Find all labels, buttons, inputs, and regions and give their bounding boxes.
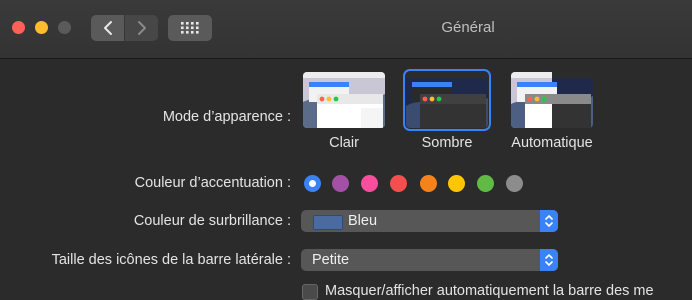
accent-swatch-orange[interactable] <box>420 175 437 192</box>
appearance-light-label[interactable]: Clair <box>303 135 385 151</box>
highlight-color-value: Bleu <box>348 213 378 229</box>
dark-preview-icon <box>406 72 488 128</box>
light-preview-icon <box>303 72 385 128</box>
accent-swatch-blue[interactable] <box>304 175 321 192</box>
highlight-color-popup[interactable]: Bleu <box>301 210 558 232</box>
accent-swatch-red[interactable] <box>390 175 407 192</box>
appearance-light-thumb[interactable] <box>303 72 385 128</box>
sidebar-icon-size-value: Petite <box>312 252 350 268</box>
grid-icon <box>181 22 199 34</box>
close-button[interactable] <box>12 21 25 34</box>
appearance-dark-label[interactable]: Sombre <box>406 135 488 151</box>
accent-swatch-purple[interactable] <box>332 175 349 192</box>
forward-button[interactable] <box>125 15 158 41</box>
accent-swatch-yellow[interactable] <box>448 175 465 192</box>
appearance-auto-thumb[interactable] <box>511 72 593 128</box>
appearance-auto-label[interactable]: Automatique <box>500 135 604 151</box>
accent-color-label: Couleur d’accentuation : <box>134 175 291 191</box>
accent-swatch-graphite[interactable] <box>506 175 523 192</box>
sidebar-icon-size-popup[interactable]: Petite <box>301 249 558 271</box>
zoom-button[interactable] <box>58 21 71 34</box>
auto-hide-menubar-checkbox[interactable] <box>302 284 318 300</box>
popup-stepper-icon <box>540 210 558 232</box>
auto-hide-menubar-label[interactable]: Masquer/afficher automatiquement la barr… <box>325 283 692 299</box>
highlight-color-swatch <box>313 215 343 230</box>
title-bar: Général <box>0 0 692 59</box>
popup-stepper-icon <box>540 249 558 271</box>
chevron-left-icon <box>103 21 112 35</box>
minimize-button[interactable] <box>35 21 48 34</box>
auto-preview-icon <box>511 72 593 128</box>
window-title: Général <box>441 19 495 36</box>
sidebar-icon-size-label: Taille des icônes de la barre latérale : <box>51 252 291 268</box>
appearance-dark-thumb[interactable] <box>403 69 491 131</box>
chevron-right-icon <box>137 21 146 35</box>
appearance-label: Mode d’apparence : <box>162 109 291 125</box>
accent-swatch-pink[interactable] <box>361 175 378 192</box>
accent-swatch-green[interactable] <box>477 175 494 192</box>
back-button[interactable] <box>91 15 124 41</box>
show-all-button[interactable] <box>168 15 212 41</box>
highlight-color-label: Couleur de surbrillance : <box>133 213 291 229</box>
